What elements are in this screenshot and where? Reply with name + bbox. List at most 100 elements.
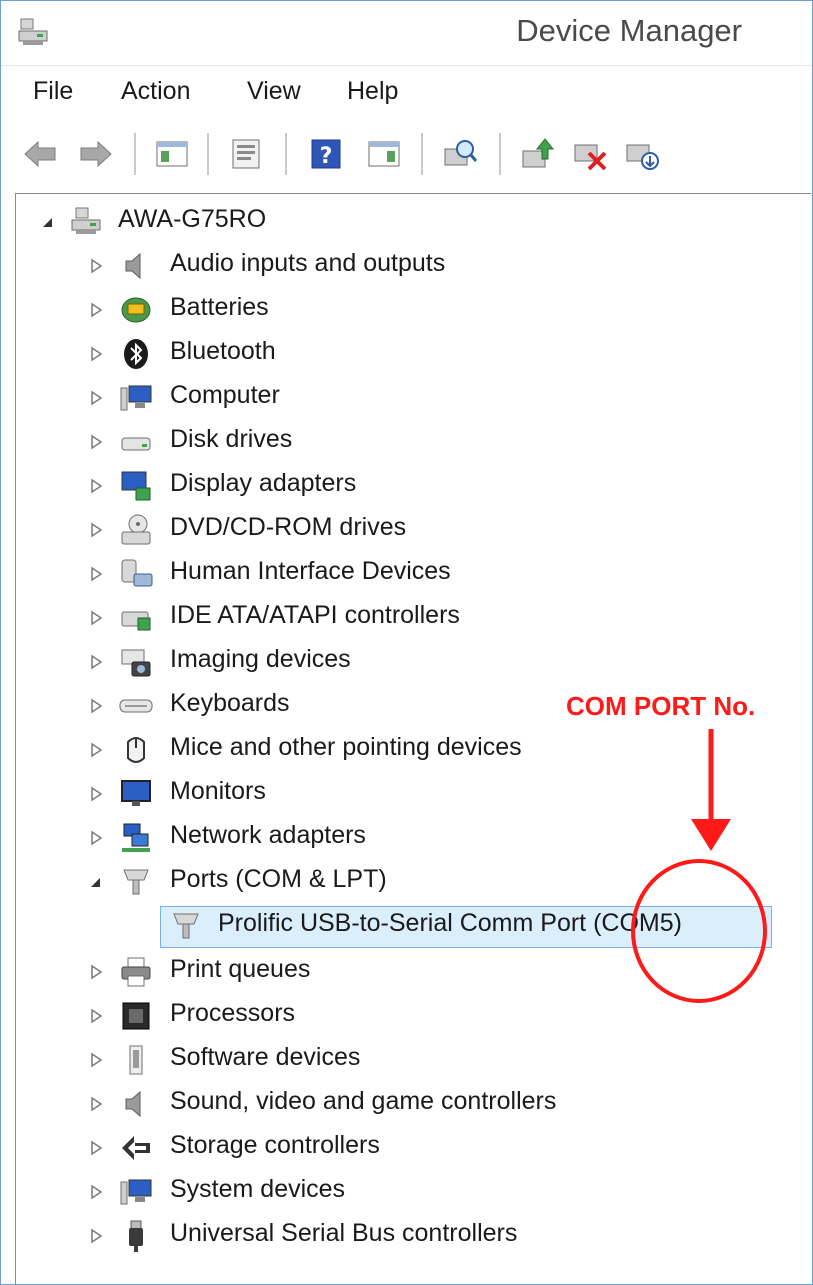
tree-node-dvd-drives[interactable]: DVD/CD-ROM drives <box>16 510 796 550</box>
selected-device-label: Prolific USB-to-Serial Comm Port (COM5) <box>218 909 682 937</box>
help-icon[interactable]: ? <box>307 135 345 173</box>
tree-node-ports[interactable]: Ports (COM & LPT) <box>16 862 796 902</box>
node-label: Disk drives <box>170 425 293 453</box>
collapsed-arrow-icon[interactable] <box>86 432 106 452</box>
collapsed-arrow-icon[interactable] <box>86 1226 106 1246</box>
tree-node-bluetooth[interactable]: Bluetooth <box>16 334 796 374</box>
collapsed-arrow-icon[interactable] <box>86 344 106 364</box>
speaker-icon <box>125 1090 141 1118</box>
ide-controller-icon <box>121 611 151 631</box>
collapsed-arrow-icon[interactable] <box>86 1006 106 1026</box>
node-label: Processors <box>170 999 296 1027</box>
collapsed-arrow-icon[interactable] <box>86 388 106 408</box>
node-label: Keyboards <box>170 689 290 717</box>
network-adapter-icon <box>122 823 150 852</box>
uninstall-device-icon[interactable] <box>571 135 609 173</box>
collapsed-arrow-icon[interactable] <box>86 564 106 584</box>
collapsed-arrow-icon[interactable] <box>86 608 106 628</box>
dvd-drive-icon <box>121 514 151 545</box>
camera-icon <box>121 649 151 677</box>
collapsed-arrow-icon[interactable] <box>86 520 106 540</box>
collapsed-arrow-icon[interactable] <box>86 740 106 760</box>
device-tree: AWA-G75RO Audio inputs and outputs Batte… <box>15 193 811 1284</box>
tree-node-ide[interactable]: IDE ATA/ATAPI controllers <box>16 598 796 638</box>
node-label: Human Interface Devices <box>170 557 451 585</box>
rollback-driver-icon[interactable] <box>623 135 661 173</box>
tree-node-batteries[interactable]: Batteries <box>16 290 796 330</box>
collapsed-arrow-icon[interactable] <box>86 1094 106 1114</box>
node-label: Batteries <box>170 293 269 321</box>
tree-node-system-devices[interactable]: System devices <box>16 1172 796 1212</box>
expanded-arrow-icon[interactable] <box>38 212 58 232</box>
collapsed-arrow-icon[interactable] <box>86 256 106 276</box>
tree-node-software-devices[interactable]: Software devices <box>16 1040 796 1080</box>
tree-node-hid[interactable]: Human Interface Devices <box>16 554 796 594</box>
collapsed-arrow-icon[interactable] <box>86 652 106 672</box>
tree-node-imaging[interactable]: Imaging devices <box>16 642 796 682</box>
tree-node-audio[interactable]: Audio inputs and outputs <box>16 246 796 286</box>
menu-file[interactable]: File <box>29 75 77 108</box>
expanded-arrow-icon[interactable] <box>86 872 106 892</box>
collapsed-arrow-icon[interactable] <box>86 1050 106 1070</box>
scan-hardware-changes-icon[interactable] <box>441 135 479 173</box>
monitor-icon <box>121 780 151 806</box>
collapsed-arrow-icon[interactable] <box>86 300 106 320</box>
update-driver-icon[interactable] <box>519 135 557 173</box>
speaker-icon <box>125 252 141 280</box>
toolbar-separator <box>207 133 209 175</box>
menu-action[interactable]: Action <box>117 75 194 108</box>
node-label: Universal Serial Bus controllers <box>170 1219 518 1247</box>
node-label: Computer <box>170 381 280 409</box>
collapsed-arrow-icon[interactable] <box>86 696 106 716</box>
collapsed-arrow-icon[interactable] <box>86 1182 106 1202</box>
tree-node-print-queues[interactable]: Print queues <box>16 952 796 992</box>
mouse-icon <box>127 737 145 763</box>
tree-root[interactable]: AWA-G75RO <box>16 202 796 242</box>
device-manager-app-icon <box>18 18 48 45</box>
menu-help[interactable]: Help <box>343 75 402 108</box>
properties-icon[interactable] <box>227 135 265 173</box>
root-label: AWA-G75RO <box>118 205 267 233</box>
node-label: Imaging devices <box>170 645 351 673</box>
monitor-icon <box>120 1179 152 1205</box>
toolbar: ? <box>1 121 812 187</box>
collapsed-arrow-icon[interactable] <box>86 1138 106 1158</box>
annotation-label: COM PORT No. <box>566 691 756 721</box>
show-hide-console-tree-icon[interactable] <box>153 135 191 173</box>
tree-node-computer[interactable]: Computer <box>16 378 796 418</box>
tree-node-network[interactable]: Network adapters <box>16 818 796 858</box>
battery-icon <box>121 297 151 323</box>
tree-node-display-adapters[interactable]: Display adapters <box>16 466 796 506</box>
node-label: Print queues <box>170 955 311 983</box>
printer-icon <box>121 957 151 987</box>
menu-view[interactable]: View <box>243 75 305 108</box>
window-title: Device Manager <box>516 13 742 48</box>
tree-node-storage-controllers[interactable]: Storage controllers <box>16 1128 796 1168</box>
tree-node-monitors[interactable]: Monitors <box>16 774 796 814</box>
keyboard-icon <box>119 699 153 713</box>
collapsed-arrow-icon[interactable] <box>86 784 106 804</box>
display-adapter-icon <box>121 471 151 501</box>
collapsed-arrow-icon[interactable] <box>86 962 106 982</box>
tree-node-disk-drives[interactable]: Disk drives <box>16 422 796 462</box>
node-label: Sound, video and game controllers <box>170 1087 557 1115</box>
node-label: Mice and other pointing devices <box>170 733 522 761</box>
node-label: Monitors <box>170 777 266 805</box>
tree-node-prolific-port[interactable]: Prolific USB-to-Serial Comm Port (COM5) <box>16 906 796 946</box>
svg-text:?: ? <box>320 144 333 169</box>
tree-node-usb[interactable]: Universal Serial Bus controllers <box>16 1216 796 1256</box>
node-label: Storage controllers <box>170 1131 380 1159</box>
hid-icon <box>121 559 153 587</box>
tree-node-processors[interactable]: Processors <box>16 996 796 1036</box>
back-icon[interactable] <box>21 135 59 173</box>
show-hide-action-pane-icon[interactable] <box>365 135 403 173</box>
forward-icon[interactable] <box>77 135 115 173</box>
node-label: System devices <box>170 1175 346 1203</box>
tree-node-mice[interactable]: Mice and other pointing devices <box>16 730 796 770</box>
usb-icon <box>129 1220 143 1252</box>
collapsed-arrow-icon[interactable] <box>86 828 106 848</box>
node-label: Software devices <box>170 1043 361 1071</box>
collapsed-arrow-icon[interactable] <box>86 476 106 496</box>
tree-node-sound-video[interactable]: Sound, video and game controllers <box>16 1084 796 1124</box>
software-device-icon <box>129 1045 143 1075</box>
